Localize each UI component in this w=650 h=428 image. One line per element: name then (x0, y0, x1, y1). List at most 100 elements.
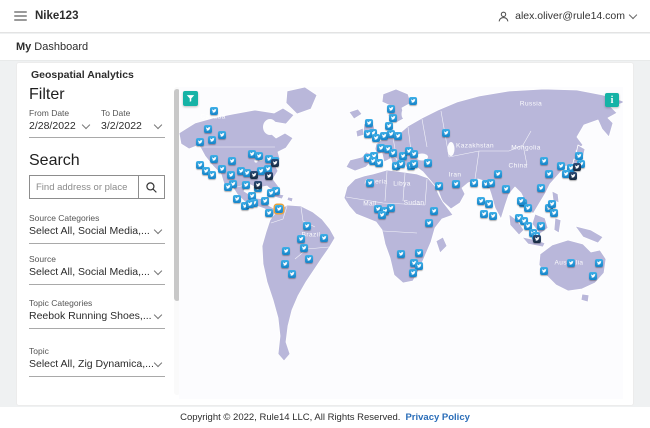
tweet-marker[interactable] (250, 171, 258, 179)
tweet-marker[interactable] (595, 259, 603, 267)
tweet-marker[interactable] (365, 119, 373, 127)
map-info-button[interactable]: i (605, 93, 619, 107)
tweet-marker[interactable] (415, 249, 423, 257)
tweet-marker[interactable] (548, 200, 556, 208)
tweet-marker[interactable] (494, 170, 502, 178)
tweet-marker[interactable] (218, 165, 226, 173)
tweet-marker[interactable] (452, 180, 460, 188)
tweet-marker[interactable] (204, 125, 212, 133)
tweet-marker[interactable] (267, 189, 275, 197)
tweet-marker[interactable] (540, 157, 548, 165)
tweet-marker[interactable] (375, 159, 383, 167)
tweet-marker-highlighted[interactable] (275, 205, 283, 213)
privacy-policy-link[interactable]: Privacy Policy (405, 412, 469, 423)
select-topic[interactable]: Topic Select All, Zig Dynamica,... (29, 346, 165, 377)
search-button[interactable] (138, 176, 164, 198)
tweet-marker[interactable] (557, 162, 565, 170)
hamburger-menu-icon[interactable] (14, 11, 27, 21)
tweet-marker[interactable] (288, 270, 296, 278)
tweet-marker[interactable] (442, 129, 450, 137)
tweet-marker[interactable] (409, 269, 417, 277)
dashboard-bar: My Dashboard (0, 34, 650, 61)
tweet-marker[interactable] (575, 152, 583, 160)
to-date-value: 3/2/2022 (101, 120, 142, 132)
tweet-marker[interactable] (305, 255, 313, 263)
tweet-marker[interactable] (254, 181, 262, 189)
user-menu[interactable]: alex.oliver@rule14.com (497, 10, 638, 23)
tweet-marker[interactable] (485, 200, 493, 208)
tweet-marker[interactable] (410, 160, 418, 168)
tweet-marker[interactable] (424, 159, 432, 167)
tweet-marker[interactable] (389, 149, 397, 157)
tweet-marker[interactable] (480, 210, 488, 218)
tweet-marker[interactable] (397, 250, 405, 258)
tweet-marker[interactable] (378, 211, 386, 219)
tweet-marker[interactable] (281, 260, 289, 268)
tweet-marker[interactable] (489, 212, 497, 220)
tweet-marker[interactable] (537, 222, 545, 230)
select-source[interactable]: Source Select All, Social Media,... (29, 254, 165, 285)
tweet-marker[interactable] (537, 184, 545, 192)
tweet-marker[interactable] (227, 171, 235, 179)
tweet-marker[interactable] (425, 219, 433, 227)
tweet-marker[interactable] (210, 155, 218, 163)
tweet-marker[interactable] (242, 181, 250, 189)
from-date-field[interactable]: From Date 2/28/2022 (29, 108, 93, 132)
tweet-marker[interactable] (300, 244, 308, 252)
twitter-bird-icon (379, 213, 385, 217)
tweet-marker[interactable] (589, 272, 597, 280)
tweet-marker[interactable] (545, 170, 553, 178)
tweet-marker[interactable] (246, 200, 254, 208)
tweet-marker[interactable] (477, 197, 485, 205)
tweet-marker[interactable] (470, 179, 478, 187)
tweet-marker[interactable] (410, 150, 418, 158)
tweet-marker[interactable] (385, 122, 393, 130)
select-topic-categories[interactable]: Topic Categories Reebok Running Shoes,... (29, 298, 165, 329)
search-input[interactable] (30, 176, 138, 198)
tweet-marker[interactable] (228, 157, 236, 165)
tweet-marker[interactable] (265, 172, 273, 180)
tweet-marker[interactable] (389, 114, 397, 122)
tweet-marker[interactable] (208, 171, 216, 179)
tweet-marker[interactable] (533, 235, 541, 243)
map-filter-button[interactable] (183, 91, 198, 106)
tweet-marker[interactable] (524, 204, 532, 212)
geospatial-analytics-card: Geospatial Analytics Filter From Date 2/… (16, 62, 634, 406)
tweet-marker[interactable] (364, 130, 372, 138)
tweet-marker[interactable] (394, 132, 402, 140)
tweet-marker[interactable] (387, 204, 395, 212)
tweet-marker[interactable] (282, 247, 290, 255)
tweet-marker[interactable] (387, 105, 395, 113)
tweet-marker[interactable] (372, 134, 380, 142)
tweet-marker[interactable] (569, 172, 577, 180)
tweet-marker[interactable] (233, 195, 241, 203)
tweet-marker[interactable] (567, 259, 575, 267)
select-source-categories[interactable]: Source Categories Select All, Social Medi… (29, 213, 165, 244)
tweet-marker[interactable] (487, 179, 495, 187)
twitter-bird-icon (481, 212, 487, 216)
to-date-field[interactable]: To Date 3/2/2022 (93, 108, 165, 132)
twitter-bird-icon (590, 274, 596, 278)
tweet-marker[interactable] (550, 209, 558, 217)
tweet-marker[interactable] (540, 267, 548, 275)
tweet-marker[interactable] (573, 163, 581, 171)
tweet-marker[interactable] (430, 207, 438, 215)
tweet-marker[interactable] (210, 107, 218, 115)
tweet-marker[interactable] (435, 182, 443, 190)
tweet-marker[interactable] (502, 185, 510, 193)
world-map[interactable]: Canada Russia Kazakhstan Mongolia China Iran L… (179, 87, 623, 399)
tweet-marker[interactable] (265, 209, 273, 217)
tweet-marker[interactable] (366, 179, 374, 187)
tweet-marker[interactable] (397, 160, 405, 168)
tweet-marker[interactable] (320, 234, 328, 242)
tweet-marker[interactable] (255, 152, 263, 160)
tweet-marker[interactable] (208, 136, 216, 144)
tweet-marker[interactable] (297, 235, 305, 243)
tweet-marker[interactable] (409, 97, 417, 105)
tweet-marker[interactable] (271, 159, 279, 167)
tweet-marker[interactable] (303, 222, 311, 230)
tweet-marker[interactable] (196, 138, 204, 146)
tweet-marker[interactable] (224, 183, 232, 191)
tweet-marker[interactable] (261, 197, 269, 205)
tweet-marker[interactable] (218, 131, 226, 139)
